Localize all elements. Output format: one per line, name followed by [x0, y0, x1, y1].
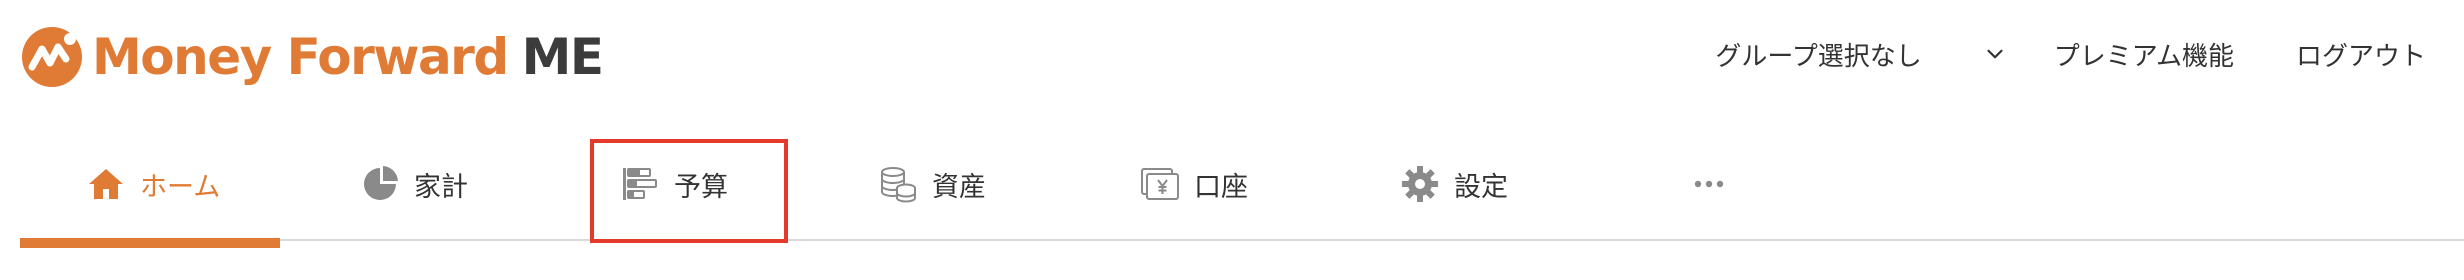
tab-accounts[interactable]: 口座: [1140, 128, 1248, 240]
logo-mark-icon: [22, 27, 82, 87]
tab-budget-label: 予算: [674, 171, 728, 203]
tab-assets[interactable]: 資産: [878, 128, 986, 240]
tab-home[interactable]: ホーム: [20, 128, 280, 248]
more-dots-icon: [1694, 180, 1724, 188]
logout-link[interactable]: ログアウト: [2296, 36, 2426, 73]
tab-home-label: ホーム: [140, 171, 221, 203]
group-select-dropdown[interactable]: グループ選択なし: [1715, 36, 2007, 73]
tab-household-label: 家計: [414, 171, 468, 203]
tab-settings-label: 設定: [1454, 171, 1508, 203]
gear-icon: [1402, 166, 1438, 202]
tab-settings[interactable]: 設定: [1400, 128, 1508, 240]
logo-brand-text: Money Forward: [92, 28, 509, 86]
chevron-down-icon: [1987, 49, 2003, 59]
tab-assets-label: 資産: [932, 171, 986, 203]
group-select-label: グループ選択なし: [1715, 41, 1922, 72]
coins-icon: [881, 167, 916, 203]
tab-budget[interactable]: 予算: [620, 128, 728, 240]
money-forward-me-logo[interactable]: Money Forward ME: [20, 22, 604, 92]
main-nav: ホーム 家計 予算 資産 口座 設定: [0, 128, 2464, 248]
logo-wordmark: Money Forward ME: [92, 32, 604, 82]
budget-bars-icon: [623, 168, 657, 200]
active-tab-indicator: [20, 238, 280, 248]
logo-me-text: ME: [521, 28, 604, 86]
app-header: Money Forward ME グループ選択なし プレミアム機能 ログアウト: [0, 0, 2464, 120]
tab-household[interactable]: 家計: [360, 128, 468, 240]
pie-chart-icon: [364, 166, 398, 200]
tab-accounts-label: 口座: [1194, 171, 1248, 203]
header-menu: グループ選択なし プレミアム機能 ログアウト: [1715, 32, 2426, 76]
yen-card-icon: [1141, 168, 1179, 200]
home-icon: [89, 169, 123, 199]
more-menu-button[interactable]: [1694, 128, 1724, 240]
premium-features-link[interactable]: プレミアム機能: [2054, 36, 2234, 73]
